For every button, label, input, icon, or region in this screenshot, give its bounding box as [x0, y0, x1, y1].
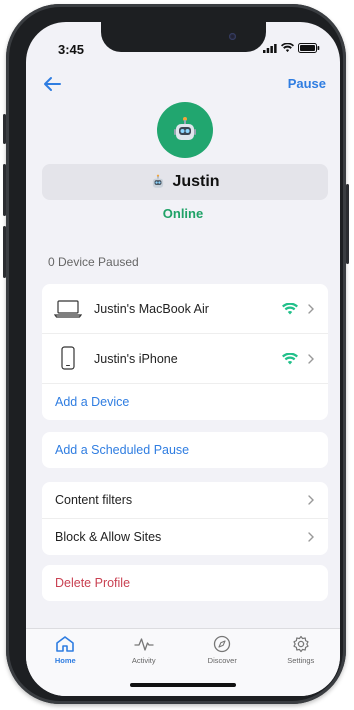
- add-scheduled-pause-row[interactable]: Add a Scheduled Pause: [42, 432, 328, 468]
- chevron-right-icon: [308, 303, 314, 314]
- content-filters-label: Content filters: [55, 493, 133, 507]
- wifi-status-icon: [281, 43, 294, 53]
- devices-section-label: 0 Device Paused: [48, 255, 139, 269]
- block-allow-sites-row[interactable]: Block & Allow Sites: [42, 518, 328, 555]
- profile-avatar: [157, 102, 213, 158]
- device-name: Justin's iPhone: [94, 351, 178, 366]
- profile-status: Online: [162, 206, 204, 221]
- laptop-icon: [54, 300, 82, 318]
- add-scheduled-pause-link[interactable]: Add a Scheduled Pause: [55, 443, 189, 457]
- volume-down-button: [3, 226, 6, 278]
- cellular-signal-icon: [263, 44, 277, 53]
- status-icons: [263, 43, 320, 53]
- front-camera: [229, 33, 236, 40]
- activity-icon: [134, 638, 154, 651]
- status-time: 3:45: [58, 42, 85, 57]
- phone-icon: [61, 346, 75, 370]
- app-screen: 3:45 Pause Justin Online 0 Device Paused…: [26, 22, 340, 696]
- content-filters-row[interactable]: Content filters: [42, 482, 328, 518]
- robot-avatar-icon: [174, 117, 196, 140]
- home-indicator: [130, 683, 236, 687]
- device-name: Justin's MacBook Air: [94, 301, 209, 316]
- discover-icon: [214, 635, 231, 653]
- delete-profile-button[interactable]: Delete Profile: [55, 576, 130, 590]
- home-icon: [56, 636, 75, 652]
- devices-card: Justin's MacBook Air Justin's iPhone Add…: [42, 284, 328, 420]
- add-device-row[interactable]: Add a Device: [42, 383, 328, 420]
- tab-home[interactable]: Home: [26, 629, 105, 696]
- block-allow-sites-label: Block & Allow Sites: [55, 530, 162, 544]
- pause-button[interactable]: Pause: [288, 76, 326, 91]
- top-bar: Pause: [26, 72, 340, 102]
- wifi-icon: [282, 352, 298, 364]
- settings-card: Content filters Block & Allow Sites: [42, 482, 328, 555]
- profile-name: Justin: [172, 173, 220, 190]
- chevron-right-icon: [308, 532, 314, 542]
- chevron-right-icon: [308, 495, 314, 505]
- power-button: [346, 184, 349, 264]
- tab-label: Discover: [207, 656, 237, 665]
- tab-label: Settings: [287, 656, 315, 665]
- volume-up-button: [3, 164, 6, 216]
- tab-settings[interactable]: Settings: [262, 629, 341, 696]
- wifi-icon: [282, 302, 298, 314]
- tab-label: Home: [54, 656, 76, 665]
- mute-switch: [3, 114, 6, 144]
- robot-small-icon: [153, 174, 164, 188]
- phone-frame: 3:45 Pause Justin Online 0 Device Paused…: [3, 4, 349, 704]
- add-device-link[interactable]: Add a Device: [55, 395, 129, 409]
- chevron-right-icon: [308, 353, 314, 364]
- profile-name-bar: Justin: [42, 164, 328, 200]
- notch: [101, 22, 266, 52]
- danger-card: Delete Profile: [42, 565, 328, 601]
- gear-icon: [293, 635, 309, 653]
- device-row-iphone[interactable]: Justin's iPhone: [42, 333, 328, 383]
- schedule-card: Add a Scheduled Pause: [42, 432, 328, 468]
- back-arrow-icon[interactable]: [40, 72, 64, 96]
- device-row-macbook[interactable]: Justin's MacBook Air: [42, 284, 328, 333]
- battery-icon: [298, 43, 320, 53]
- delete-profile-row[interactable]: Delete Profile: [42, 565, 328, 601]
- tab-label: Activity: [131, 656, 156, 665]
